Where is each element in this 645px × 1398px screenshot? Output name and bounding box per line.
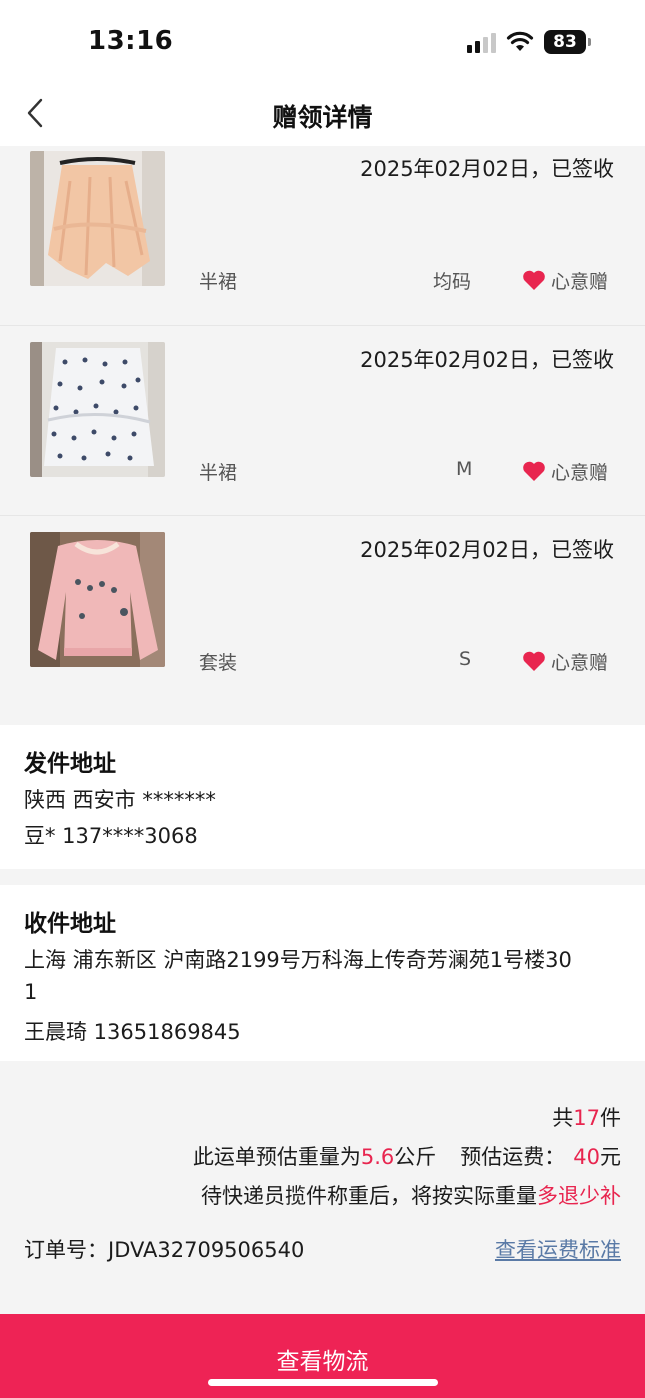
- home-indicator: [208, 1379, 438, 1386]
- item-thumbnail: [30, 151, 165, 286]
- item-tag: 心意赠: [551, 462, 609, 484]
- shipping-summary: 共17件 此运单预估重量为5.6公斤 预估运费： 40元 待快递员揽件称重后，将按实…: [0, 1063, 645, 1313]
- status-icons: 83: [467, 30, 591, 54]
- item-size: S: [459, 648, 472, 670]
- item-date-status: 2025年02月02日，已签收: [360, 157, 614, 181]
- receiver-contact: 王晨琦 13651869845: [24, 1020, 241, 1044]
- status-bar: 13:16 83: [0, 0, 645, 80]
- item-tag: 心意赠: [551, 652, 609, 674]
- status-time: 13:16: [88, 26, 174, 56]
- sender-region: 陕西 西安市 *******: [24, 788, 216, 812]
- sender-address-title: 发件地址: [24, 751, 116, 777]
- list-item[interactable]: 2025年02月02日，已签收 套装 S 心意赠: [0, 516, 645, 706]
- item-date-status: 2025年02月02日，已签收: [360, 348, 614, 372]
- list-item[interactable]: 2025年02月02日，已签收 半裙 M 心意赠: [0, 326, 645, 516]
- item-size: M: [456, 458, 473, 480]
- fee-standard-link[interactable]: 查看运费标准: [495, 1234, 621, 1264]
- page-title: 赠领详情: [272, 103, 373, 132]
- weight-fee-line: 此运单预估重量为5.6公斤 预估运费： 40元: [192, 1145, 621, 1169]
- item-date-status: 2025年02月02日，已签收: [360, 538, 614, 562]
- battery-icon: 83: [544, 30, 591, 54]
- item-category: 套装: [199, 652, 238, 674]
- nav-bar: 赠领详情: [0, 80, 645, 146]
- receiver-address-title: 收件地址: [24, 911, 116, 937]
- item-tag: 心意赠: [551, 271, 609, 293]
- item-count: 共17件: [552, 1106, 621, 1130]
- item-thumbnail: [30, 342, 165, 477]
- wifi-icon: [506, 31, 534, 51]
- item-size: 均码: [433, 271, 472, 293]
- receiver-address: 上海 浦东新区 沪南路2199号万科海上传奇芳澜苑1号楼30: [24, 948, 572, 972]
- signal-icon: [467, 31, 496, 53]
- heart-icon: [523, 651, 545, 671]
- refund-note: 待快递员揽件称重后，将按实际重量多退少补: [201, 1184, 621, 1208]
- battery-level: 83: [544, 30, 586, 54]
- receiver-address-cont: 1: [24, 980, 38, 1004]
- item-category: 半裙: [199, 462, 238, 484]
- order-number: 订单号：JDVA32709506540: [24, 1238, 305, 1262]
- sender-address-card: 发件地址 陕西 西安市 ******* 豆* 137****3068: [0, 725, 645, 869]
- item-category: 半裙: [199, 271, 238, 293]
- heart-icon: [523, 270, 545, 290]
- sender-contact: 豆* 137****3068: [24, 824, 198, 848]
- heart-icon: [523, 461, 545, 481]
- view-logistics-label: 查看物流: [276, 1349, 369, 1375]
- receiver-address-card: 收件地址 上海 浦东新区 沪南路2199号万科海上传奇芳澜苑1号楼30 1 王晨…: [0, 885, 645, 1061]
- item-thumbnail: [30, 532, 165, 667]
- list-item[interactable]: 2025年02月02日，已签收 半裙 均码 心意赠: [0, 146, 645, 326]
